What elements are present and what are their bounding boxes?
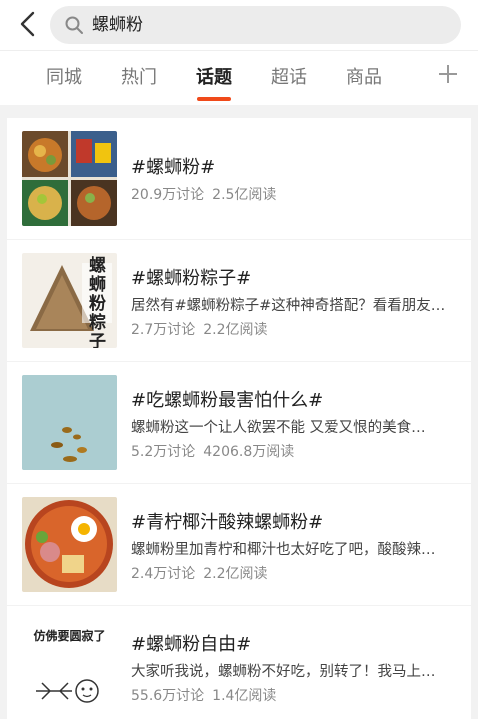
plus-icon[interactable] [437, 63, 459, 85]
topic-title: #螺蛳粉自由# [131, 634, 252, 655]
thumbnail-caption: 仿佛要圆寂了 [33, 629, 106, 643]
back-chevron-icon[interactable] [16, 10, 40, 38]
topic-stats: 5.2万讨论 4206.8万阅读 [131, 441, 302, 461]
topic-card[interactable]: #青柠椰汁酸辣螺蛳粉# 螺蛳粉里加青柠和椰汁也太好吃了吧，酸酸辣… 2.4万讨论… [7, 484, 471, 605]
discussion-count: 2.4万讨论 [131, 566, 196, 582]
topic-card[interactable]: #吃螺蛳粉最害怕什么# 螺蛳粉这一个让人欲罢不能 又爱又恨的美食… 5.2万讨论… [7, 362, 471, 483]
read-count: 2.5亿阅读 [212, 187, 277, 203]
tab-bar: 同城 热门 话题 超话 商品 [0, 50, 478, 105]
discussion-count: 5.2万讨论 [131, 444, 196, 460]
thumbnail-caption: 螺蛳粉粽子 [89, 256, 106, 349]
topic-stats: 20.9万讨论 2.5亿阅读 [131, 184, 284, 204]
search-icon [64, 15, 84, 35]
topic-thumbnail [22, 375, 117, 470]
tab-label: 商品 [346, 67, 382, 88]
topic-thumbnail: 螺蛳粉粽子 [22, 253, 117, 348]
topic-title: #青柠椰汁酸辣螺蛳粉# [131, 512, 324, 533]
tab-label: 热门 [121, 67, 157, 88]
discussion-count: 20.9万讨论 [131, 187, 205, 203]
search-query[interactable]: 螺蛳粉 [92, 6, 143, 44]
tab-label: 同城 [46, 67, 82, 88]
tab-hot[interactable]: 热门 [121, 51, 157, 105]
tab-super-topics[interactable]: 超话 [271, 51, 307, 105]
topic-stats: 2.7万讨论 2.2亿阅读 [131, 319, 276, 339]
tab-topics[interactable]: 话题 [196, 51, 232, 105]
discussion-count: 55.6万讨论 [131, 688, 205, 704]
topic-description: 大家听我说，螺蛳粉不好吃，别转了！我马上… [131, 664, 436, 680]
topic-thumbnail [22, 497, 117, 592]
topic-stats: 55.6万讨论 1.4亿阅读 [131, 685, 284, 705]
topic-description: 螺蛳粉这一个让人欲罢不能 又爱又恨的美食… [131, 420, 426, 436]
tab-label: 超话 [271, 67, 307, 88]
active-tab-underline [197, 97, 231, 101]
topic-title: #螺蛳粉粽子# [131, 268, 252, 289]
topic-description: 螺蛳粉里加青柠和椰汁也太好吃了吧，酸酸辣… [131, 542, 436, 558]
topic-title: #螺蛳粉# [131, 157, 216, 178]
topic-thumbnail: 仿佛要圆寂了 [22, 619, 117, 714]
stick-figure-icon [36, 679, 99, 703]
topic-card[interactable]: 仿佛要圆寂了 #螺蛳粉自由# 大家听我说，螺蛳粉不好吃，别转了！我马上… 55.… [7, 606, 471, 719]
search-box[interactable]: 螺蛳粉 [50, 6, 461, 44]
tab-label: 话题 [196, 67, 232, 88]
top-bar: 螺蛳粉 [0, 0, 478, 50]
read-count: 2.2亿阅读 [203, 322, 268, 338]
read-count: 2.2亿阅读 [203, 566, 268, 582]
topic-description: 居然有#螺蛳粉粽子#这种神奇搭配？看看朋友… [131, 298, 446, 314]
topic-title: #吃螺蛳粉最害怕什么# [131, 390, 324, 411]
read-count: 1.4亿阅读 [212, 688, 277, 704]
topic-card[interactable]: 螺蛳粉粽子 #螺蛳粉粽子# 居然有#螺蛳粉粽子#这种神奇搭配？看看朋友… 2.7… [7, 240, 471, 361]
topic-card[interactable]: #螺蛳粉# 20.9万讨论 2.5亿阅读 [7, 118, 471, 239]
discussion-count: 2.7万讨论 [131, 322, 196, 338]
topic-stats: 2.4万讨论 2.2亿阅读 [131, 563, 276, 583]
read-count: 4206.8万阅读 [203, 444, 295, 460]
topic-thumbnail [22, 131, 117, 226]
tab-local[interactable]: 同城 [46, 51, 82, 105]
tab-products[interactable]: 商品 [346, 51, 382, 105]
